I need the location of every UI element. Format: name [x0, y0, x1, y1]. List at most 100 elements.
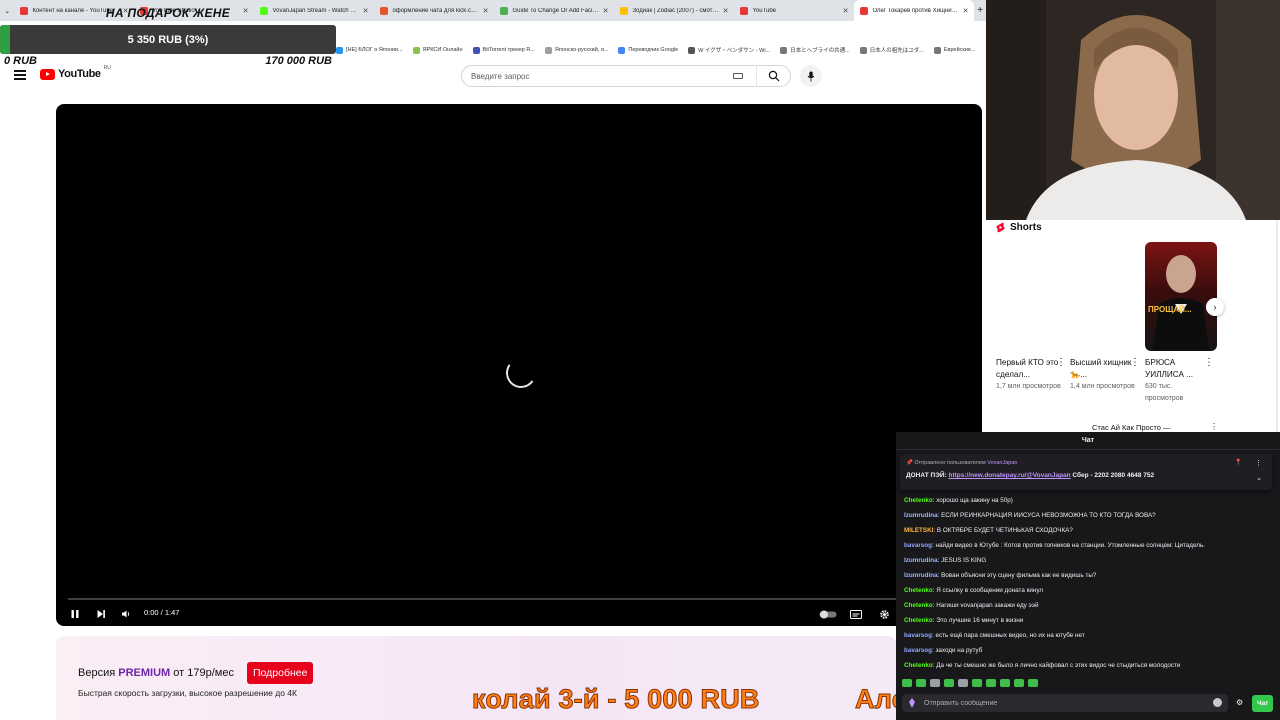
chat-message: Chetenko: Да че ты смешно же было я личн… [904, 660, 1274, 675]
voice-search-button[interactable] [800, 65, 822, 87]
bookmark-item[interactable]: 日本人の祖先はユダ... [859, 46, 924, 54]
chat-username[interactable]: Chetenko [904, 587, 933, 594]
chat-settings-icon[interactable]: ⚙ [1236, 698, 1243, 707]
autoplay-toggle[interactable] [818, 602, 838, 626]
settings-button[interactable] [874, 602, 894, 626]
pin-small-icon: 📌 [906, 460, 913, 466]
close-tab-icon[interactable]: ✕ [723, 7, 729, 15]
chevron-right-icon: › [1213, 302, 1217, 312]
browser-tab[interactable]: Олег Токарев против Хищника... ✕ [854, 0, 975, 21]
bookmark-label: Японско-русский, я... [554, 47, 609, 53]
short-card[interactable]: Первый КТО это сделал... 1,7 млн просмот… [996, 357, 1066, 393]
chat-message-text: : найди видео в Ютубе : Котов против гоп… [932, 542, 1205, 549]
browser-tab[interactable]: Зодиак | Zodiac (2007) - смотр... ✕ [614, 0, 734, 21]
pinned-link[interactable]: https://new.donatepay.ru/@VovanJapan [948, 472, 1070, 479]
chevron-down-icon[interactable]: ⌄ [1256, 474, 1262, 482]
search-input[interactable] [462, 71, 733, 81]
chat-username[interactable]: Izumrudina [904, 572, 938, 579]
more-options-icon[interactable]: ⋮ [1130, 358, 1140, 368]
bookmark-item[interactable]: ЯРКСИ Онлайн [412, 46, 463, 54]
pinned-prefix: ДОНАТ ПЭЙ: [906, 472, 949, 479]
close-tab-icon[interactable]: ✕ [363, 7, 369, 15]
chat-message: bavarsog: заходи на рутуб [904, 645, 1274, 660]
chat-send-button[interactable]: Чат [1252, 695, 1274, 712]
premium-subtitle: Быстрая скорость загрузки, высокое разре… [78, 688, 297, 698]
emote-icon[interactable] [1028, 679, 1038, 687]
bookmark-item[interactable]: 日本とヘブライの共通... [780, 46, 850, 54]
close-tab-icon[interactable]: ✕ [483, 7, 489, 15]
close-tab-icon[interactable]: ✕ [963, 7, 969, 15]
chat-panel: Чат 📌 Отправлено пользователем VovanJapa… [896, 432, 1280, 720]
chat-username[interactable]: Izumrudina [904, 557, 938, 564]
emote-icon[interactable] [958, 679, 968, 687]
chat-username[interactable]: Chetenko [904, 662, 933, 669]
emote-icon[interactable] [944, 679, 954, 687]
pause-button[interactable] [66, 602, 84, 626]
chat-message-input[interactable] [902, 694, 1228, 712]
hamburger-menu-icon[interactable] [14, 70, 26, 80]
bookmark-label: BitTorrent трекер R... [482, 47, 535, 53]
emote-icon[interactable] [986, 679, 996, 687]
youtube-logo[interactable]: YouTube RU [40, 65, 111, 80]
search-button[interactable] [756, 65, 790, 87]
chat-username[interactable]: bavarsog [904, 542, 932, 549]
close-tab-icon[interactable]: ✕ [843, 7, 849, 15]
chat-username[interactable]: Izumrudina [904, 512, 938, 519]
bookmark-item[interactable]: W イグザ・ペンダサン - Wi... [688, 46, 770, 54]
short-card[interactable]: БРЮСА УИЛЛИСА ... 630 тыс. просмотров ⋮ [1145, 357, 1214, 405]
bookmark-item[interactable]: Японско-русский, я... [544, 46, 609, 54]
chat-username[interactable]: bavarsog [904, 647, 932, 654]
bookmark-item[interactable]: Еврейские... [933, 46, 976, 54]
subtitles-icon [850, 609, 862, 619]
video-player[interactable]: 0:00 / 1:47 [56, 104, 982, 626]
shorts-icon [996, 222, 1005, 232]
donation-goal-widget: НА ПОДАРОК ЖЕНЕ 5 350 RUB (3%) 0 RUB 170… [0, 0, 336, 72]
emote-icon[interactable] [972, 679, 982, 687]
emote-icon[interactable] [902, 679, 912, 687]
more-options-icon[interactable]: ⋮ [1255, 459, 1262, 467]
chat-username[interactable]: MILETSKI [904, 527, 933, 534]
emote-icon[interactable] [1014, 679, 1024, 687]
bookmark-favicon-icon [336, 46, 343, 54]
more-options-icon[interactable]: ⋮ [1210, 422, 1218, 431]
short-thumbnail[interactable]: ПРОЩАЙ... [1145, 242, 1217, 351]
bookmark-item[interactable]: Переводчик Google [618, 46, 678, 54]
next-video-title[interactable]: Стас Ай Как Просто — [1092, 423, 1171, 432]
chat-username[interactable]: Chetenko [904, 617, 933, 624]
emote-icon[interactable] [1000, 679, 1010, 687]
video-progress-bar[interactable] [68, 598, 898, 600]
keyboard-icon[interactable] [733, 73, 743, 79]
more-options-icon[interactable]: ⋮ [1204, 358, 1214, 368]
tab-title: Зодиак | Zodiac (2007) - смотр... [632, 7, 719, 14]
scrollbar[interactable] [1276, 220, 1278, 432]
bits-icon[interactable] [909, 698, 915, 708]
bookmark-favicon-icon [472, 46, 480, 54]
webcam-feed [986, 0, 1280, 220]
premium-details-button[interactable]: Подробнее [247, 662, 314, 684]
pinned-by-label: Отправлено пользователем [914, 460, 986, 466]
new-tab-button[interactable]: + [974, 5, 986, 16]
close-tab-icon[interactable]: ✕ [603, 7, 609, 15]
subtitles-button[interactable] [846, 602, 866, 626]
next-video-button[interactable] [92, 602, 110, 626]
bookmark-item[interactable]: [НЕ] БЛОГ о Японии... [336, 46, 403, 54]
bookmark-item[interactable]: BitTorrent трекер R... [472, 46, 535, 54]
chat-username[interactable]: Chetenko [904, 602, 933, 609]
more-options-icon[interactable]: ⋮ [1056, 358, 1066, 368]
short-thumbnail-image [1153, 255, 1209, 351]
shorts-next-button[interactable]: › [1206, 298, 1224, 316]
video-time: 0:00 / 1:47 [144, 608, 180, 617]
chat-username[interactable]: Chetenko [904, 497, 933, 504]
browser-tab[interactable]: оформление чата для kick.com ✕ [374, 0, 494, 21]
volume-button[interactable] [117, 602, 135, 626]
browser-tab[interactable]: YouTube ✕ [734, 0, 854, 21]
emote-icon[interactable] [916, 679, 926, 687]
pin-icon[interactable]: 📍 [1235, 459, 1242, 466]
emote-icon[interactable] [930, 679, 940, 687]
pinned-message: 📌 Отправлено пользователем VovanJapan ДО… [900, 454, 1272, 490]
short-card[interactable]: Высший хищник 🐆... 1,4 млн просмотров ⋮ [1070, 357, 1140, 393]
chat-username[interactable]: bavarsog [904, 632, 932, 639]
browser-tab[interactable]: Guide To Change Or Add Facili... ✕ [494, 0, 614, 21]
emoji-icon[interactable] [1213, 698, 1222, 707]
chat-message-text: : хорошо ща закину на 50р) [932, 497, 1013, 504]
